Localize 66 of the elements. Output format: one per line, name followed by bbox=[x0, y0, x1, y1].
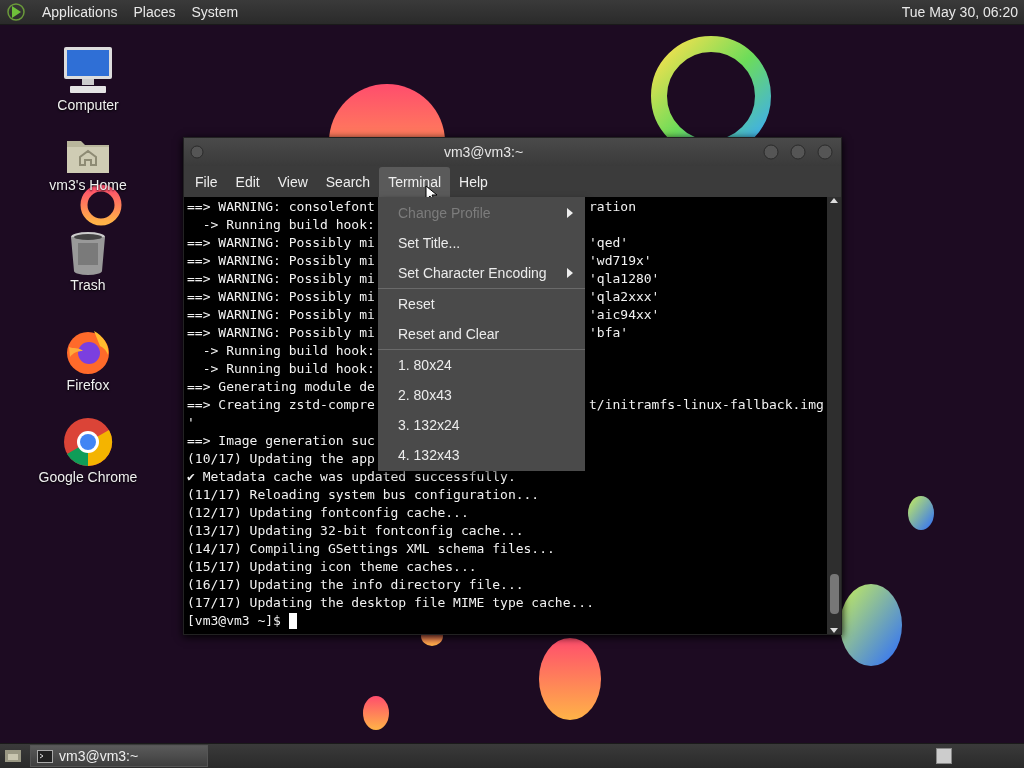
terminal-line: (11/17) Reloading system bus configuration... bbox=[187, 486, 540, 504]
chrome-icon bbox=[63, 417, 113, 467]
menu-item[interactable]: View bbox=[268, 166, 317, 197]
terminal-line: t/initramfs-linux-fallback.img bbox=[589, 396, 824, 414]
terminal-line: -> Running build hook: bbox=[201, 216, 375, 234]
show-desktop-icon[interactable] bbox=[4, 748, 22, 764]
desktop-icon-label[interactable]: Google Chrome bbox=[38, 469, 138, 485]
desktop-icon-label[interactable]: Computer bbox=[57, 97, 119, 113]
text-cursor bbox=[288, 613, 297, 629]
terminal-line: ==> WARNING: Possibly mi bbox=[187, 234, 376, 252]
terminal-icon bbox=[37, 749, 53, 763]
menu-item[interactable]: File bbox=[186, 166, 227, 197]
terminal-line: ==> WARNING: Possibly mi bbox=[187, 306, 376, 324]
monitor-icon bbox=[62, 45, 114, 95]
menu-item[interactable]: Help bbox=[450, 166, 497, 197]
terminal-line: (12/17) Updating fontconfig cache... bbox=[187, 504, 469, 522]
terminal-line: 'qla2xxx' bbox=[589, 288, 660, 306]
terminal-line: (17/17) Updating the desktop file MIME type cache... bbox=[187, 594, 594, 612]
dropdown-item[interactable]: Set Character Encoding bbox=[378, 258, 585, 288]
terminal-line: 'aic94xx' bbox=[589, 306, 660, 324]
terminal-line: -> Running build hook: bbox=[201, 342, 375, 360]
trash-icon bbox=[68, 231, 108, 275]
panel-menu[interactable]: Applications bbox=[42, 4, 118, 20]
terminal-line: ration bbox=[589, 198, 636, 216]
menu-item[interactable]: Edit bbox=[226, 166, 269, 197]
desktop-icon-label[interactable]: Trash bbox=[70, 277, 106, 293]
terminal-line: ==> Creating zstd-compre bbox=[187, 396, 376, 414]
scroll-down-icon[interactable] bbox=[830, 628, 838, 634]
terminal-line: ' bbox=[187, 414, 195, 432]
terminal-line: (14/17) Compiling GSettings XML schema files... bbox=[187, 540, 555, 558]
dropdown-item[interactable]: 1. 80x24 bbox=[378, 350, 585, 380]
terminal-line: ==> Generating module de bbox=[187, 378, 375, 396]
terminal-line: ==> WARNING: consolefont bbox=[187, 198, 376, 216]
terminal-line: 'wd719x' bbox=[589, 252, 652, 270]
desktop-icon-label[interactable]: Firefox bbox=[66, 377, 110, 393]
dropdown-item[interactable]: 4. 132x43 bbox=[378, 440, 585, 470]
play-logo-icon[interactable] bbox=[6, 2, 26, 22]
dropdown-item[interactable]: Reset and Clear bbox=[378, 319, 585, 349]
terminal-line: (13/17) Updating 32-bit fontconfig cache... bbox=[187, 522, 524, 540]
dropdown-item[interactable]: Reset bbox=[378, 289, 585, 319]
dropdown-item[interactable]: Set Title... bbox=[378, 228, 585, 258]
terminal-line: ✔ Metadata cache was updated successfully. bbox=[187, 468, 516, 486]
menu-item[interactable]: Terminal bbox=[379, 166, 451, 197]
terminal-line: (15/17) Updating icon theme caches... bbox=[187, 558, 477, 576]
terminal-line: ==> WARNING: Possibly mi bbox=[187, 270, 376, 288]
terminal-line: 'qed' bbox=[589, 234, 629, 252]
workspace-switcher[interactable] bbox=[936, 748, 952, 764]
terminal-line: (16/17) Updating the info directory file... bbox=[187, 576, 524, 594]
clock: Tue May 30, 06:20 bbox=[901, 4, 1018, 20]
dropdown-item[interactable]: 3. 132x24 bbox=[378, 410, 585, 440]
dropdown-item[interactable]: 2. 80x43 bbox=[378, 380, 585, 410]
menu-item[interactable]: Search bbox=[316, 166, 380, 197]
prompt: [vm3@vm3 ~]$ bbox=[187, 612, 281, 630]
terminal-line: -> Running build hook: bbox=[201, 360, 375, 378]
terminal-line: ==> WARNING: Possibly mi bbox=[187, 288, 376, 306]
panel-menu[interactable]: System bbox=[191, 4, 239, 20]
taskbar-button[interactable]: vm3@vm3:~ bbox=[30, 745, 208, 767]
terminal-line: ==> Image generation suc bbox=[187, 432, 375, 450]
terminal-line: ==> WARNING: Possibly mi bbox=[187, 252, 376, 270]
panel-menu[interactable]: Places bbox=[133, 4, 176, 20]
scrollbar-thumb[interactable] bbox=[829, 574, 839, 614]
terminal-line: 'bfa' bbox=[589, 324, 629, 342]
terminal-line: (10/17) Updating the app bbox=[187, 450, 375, 468]
window-title: vm3@vm3:~ bbox=[442, 144, 525, 160]
terminal-line: 'qla1280' bbox=[589, 270, 660, 288]
terminal-line: ==> WARNING: Possibly mi bbox=[187, 324, 376, 342]
